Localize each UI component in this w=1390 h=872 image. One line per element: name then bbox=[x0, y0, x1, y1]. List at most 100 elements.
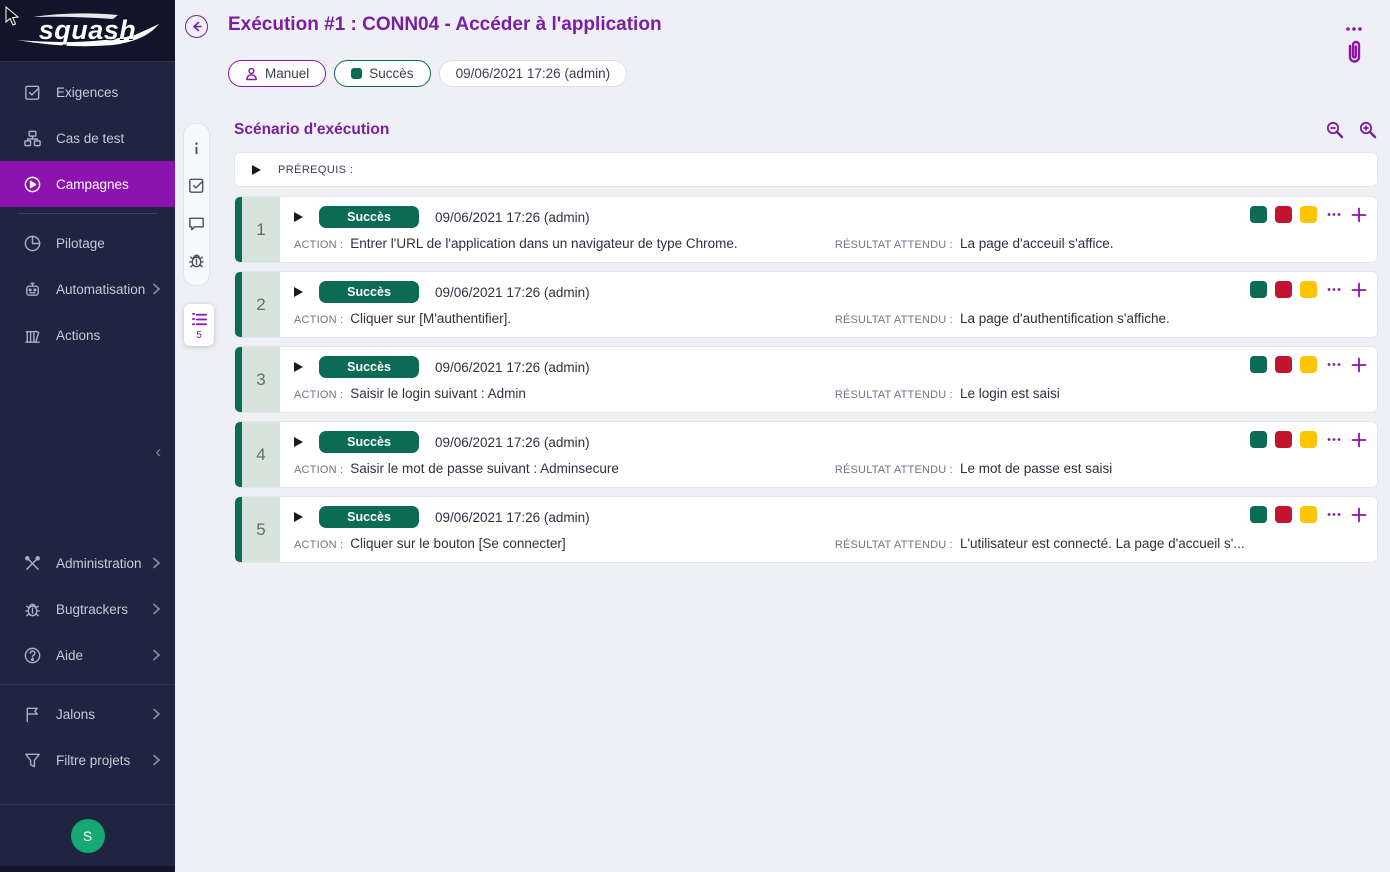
app-logo[interactable]: squash bbox=[0, 0, 175, 62]
mark-blocked-button[interactable] bbox=[1300, 356, 1317, 373]
status-badge-label: Succès bbox=[369, 66, 413, 81]
mark-failure-button[interactable] bbox=[1275, 506, 1292, 523]
checkbox-check-icon bbox=[22, 82, 42, 102]
action-text: Saisir le mot de passe suivant : Adminse… bbox=[350, 461, 619, 476]
expand-step-icon[interactable] bbox=[294, 287, 303, 297]
bug-icon[interactable] bbox=[187, 251, 206, 270]
expected-result-label: RÉSULTAT ATTENDU : bbox=[835, 389, 953, 401]
sidebar: squash Exigences Cas de test Campagnes Pilo… bbox=[0, 0, 175, 872]
step-status-badge: Succès bbox=[319, 506, 419, 528]
execution-step-row: 4 Succès 09/06/2021 17:26 (admin) ACTION… bbox=[234, 421, 1378, 488]
mark-blocked-button[interactable] bbox=[1300, 206, 1317, 223]
execution-step-row: 2 Succès 09/06/2021 17:26 (admin) ACTION… bbox=[234, 271, 1378, 338]
paperclip-attachment-icon[interactable] bbox=[1343, 38, 1365, 71]
person-icon bbox=[245, 67, 258, 81]
prerequisite-section[interactable]: PRÉREQUIS : bbox=[234, 152, 1378, 187]
chevron-right-icon bbox=[152, 754, 161, 766]
mode-badge[interactable]: Manuel bbox=[228, 60, 326, 87]
sidebar-item-aide[interactable]: Aide bbox=[0, 632, 175, 678]
step-status-badge: Succès bbox=[319, 431, 419, 453]
mark-blocked-button[interactable] bbox=[1300, 431, 1317, 448]
sidebar-item-administration[interactable]: Administration bbox=[0, 540, 175, 586]
back-button[interactable] bbox=[185, 15, 208, 38]
step-more-icon[interactable] bbox=[1327, 437, 1341, 442]
header-more-icon[interactable] bbox=[1345, 19, 1363, 37]
info-icon[interactable] bbox=[187, 139, 206, 158]
step-status-bar bbox=[235, 197, 242, 262]
step-more-icon[interactable] bbox=[1327, 212, 1341, 217]
sidebar-divider bbox=[18, 213, 157, 214]
expected-result-label: RÉSULTAT ATTENDU : bbox=[835, 314, 953, 326]
step-status-bar bbox=[235, 272, 242, 337]
expand-prerequisite-icon[interactable] bbox=[252, 165, 261, 175]
sidebar-item-label: Jalons bbox=[56, 707, 152, 722]
step-add-icon[interactable] bbox=[1351, 357, 1367, 373]
execution-step-row: 1 Succès 09/06/2021 17:26 (admin) ACTION… bbox=[234, 196, 1378, 263]
step-more-icon[interactable] bbox=[1327, 512, 1341, 517]
sidebar-item-label: Automatisation bbox=[56, 282, 152, 297]
mark-blocked-button[interactable] bbox=[1300, 281, 1317, 298]
prerequisite-label: PRÉREQUIS : bbox=[278, 164, 353, 176]
sidebar-secondary-nav: AdministrationBugtrackersAide Jalons Filtr… bbox=[0, 540, 175, 783]
step-status-badge: Succès bbox=[319, 206, 419, 228]
mark-success-button[interactable] bbox=[1250, 281, 1267, 298]
tree-icon bbox=[22, 128, 42, 148]
timestamp-badge: 09/06/2021 17:26 (admin) bbox=[439, 60, 628, 87]
sidebar-item-filtre-projets[interactable]: Filtre projets bbox=[0, 737, 175, 783]
mark-success-button[interactable] bbox=[1250, 356, 1267, 373]
expand-step-icon[interactable] bbox=[294, 437, 303, 447]
chevron-right-icon bbox=[152, 283, 161, 295]
comment-icon[interactable] bbox=[187, 214, 206, 233]
sidebar-item-cas-de-test[interactable]: Cas de test bbox=[0, 115, 175, 161]
mark-failure-button[interactable] bbox=[1275, 206, 1292, 223]
tools-icon bbox=[22, 553, 42, 573]
sidebar-item-bugtrackers[interactable]: Bugtrackers bbox=[0, 586, 175, 632]
sidebar-item-campagnes[interactable]: Campagnes bbox=[0, 161, 175, 207]
mark-success-button[interactable] bbox=[1250, 431, 1267, 448]
step-add-icon[interactable] bbox=[1351, 207, 1367, 223]
panel-icon-rail bbox=[183, 123, 210, 286]
step-more-icon[interactable] bbox=[1327, 287, 1341, 292]
steps-count-badge: 5 bbox=[196, 330, 202, 341]
pie-chart-icon bbox=[22, 233, 42, 253]
checkbox-check-icon[interactable] bbox=[187, 176, 206, 195]
mark-failure-button[interactable] bbox=[1275, 356, 1292, 373]
sidebar-bottom-strip bbox=[0, 866, 175, 872]
zoom-in-icon[interactable] bbox=[1358, 120, 1378, 140]
expand-step-icon[interactable] bbox=[294, 512, 303, 522]
user-avatar[interactable]: S bbox=[71, 819, 105, 853]
sidebar-collapse-button[interactable]: ‹ bbox=[0, 442, 175, 462]
action-label: ACTION : bbox=[294, 314, 343, 326]
scenario-steps-tab[interactable]: 5 bbox=[184, 304, 214, 346]
logo-text: squash bbox=[39, 15, 137, 46]
status-badge[interactable]: Succès bbox=[334, 60, 430, 87]
step-more-icon[interactable] bbox=[1327, 362, 1341, 367]
step-add-icon[interactable] bbox=[1351, 507, 1367, 523]
mark-success-button[interactable] bbox=[1250, 506, 1267, 523]
step-add-icon[interactable] bbox=[1351, 432, 1367, 448]
step-number: 2 bbox=[242, 272, 280, 337]
sidebar-item-exigences[interactable]: Exigences bbox=[0, 69, 175, 115]
main-content: Exécution #1 : CONN04 - Accéder à l'appl… bbox=[175, 0, 1390, 872]
sidebar-item-actions[interactable]: Actions bbox=[0, 312, 175, 358]
step-add-icon[interactable] bbox=[1351, 282, 1367, 298]
step-timestamp: 09/06/2021 17:26 (admin) bbox=[435, 360, 590, 375]
status-square-icon bbox=[351, 68, 362, 79]
step-status-bar bbox=[235, 497, 242, 562]
action-label: ACTION : bbox=[294, 239, 343, 251]
expand-step-icon[interactable] bbox=[294, 362, 303, 372]
mark-success-button[interactable] bbox=[1250, 206, 1267, 223]
sidebar-item-pilotage[interactable]: Pilotage bbox=[0, 220, 175, 266]
step-timestamp: 09/06/2021 17:26 (admin) bbox=[435, 510, 590, 525]
mark-blocked-button[interactable] bbox=[1300, 506, 1317, 523]
action-text: Cliquer sur [M'authentifier]. bbox=[350, 311, 511, 326]
sidebar-item-automatisation[interactable]: Automatisation bbox=[0, 266, 175, 312]
sidebar-item-jalons[interactable]: Jalons bbox=[0, 691, 175, 737]
zoom-out-icon[interactable] bbox=[1325, 120, 1345, 140]
expand-step-icon[interactable] bbox=[294, 212, 303, 222]
sidebar-item-label: Cas de test bbox=[56, 131, 161, 146]
mark-failure-button[interactable] bbox=[1275, 281, 1292, 298]
steps-list: 1 Succès 09/06/2021 17:26 (admin) ACTION… bbox=[234, 196, 1378, 563]
expected-result-text: L'utilisateur est connecté. La page d'ac… bbox=[960, 536, 1245, 551]
mark-failure-button[interactable] bbox=[1275, 431, 1292, 448]
